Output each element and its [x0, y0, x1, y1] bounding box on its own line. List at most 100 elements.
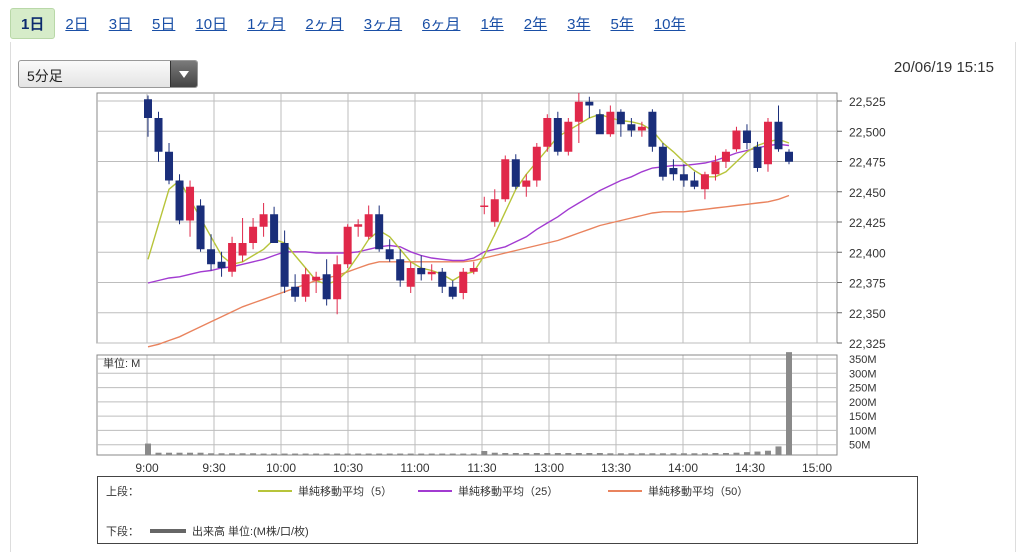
- volume-bar: [502, 453, 509, 455]
- candle-body: [501, 159, 510, 200]
- volume-panel-frame: [96, 354, 838, 456]
- volume-bar: [239, 453, 246, 455]
- candle-body: [312, 276, 321, 281]
- time-tick-label: 15:00: [802, 461, 832, 475]
- volume-bar: [491, 452, 498, 455]
- candle-body: [532, 146, 541, 181]
- time-tick-label: 13:30: [601, 461, 631, 475]
- time-tick-label: 11:00: [400, 461, 429, 475]
- candle-body: [785, 151, 793, 162]
- candle-body: [417, 268, 426, 275]
- candle-body: [238, 243, 247, 256]
- volume-bar: [386, 453, 393, 455]
- volume-bar: [691, 453, 698, 455]
- candle-body: [637, 126, 646, 131]
- volume-bar: [775, 446, 782, 455]
- time-tick-label: 14:30: [735, 461, 765, 475]
- candle-body: [144, 99, 152, 118]
- volume-bar: [334, 453, 341, 455]
- volume-bar: [586, 453, 593, 455]
- volume-bar: [575, 453, 582, 455]
- legend: 上段： 単純移動平均（5） 単純移動平均（25） 単純移動平均（50） 下段： …: [97, 476, 918, 544]
- legend-item-ma5: 単純移動平均（5）: [258, 483, 392, 499]
- volume-bar: [313, 453, 320, 455]
- legend-label-ma5: 単純移動平均（5）: [298, 486, 393, 498]
- volume-bar: [544, 453, 551, 455]
- volume-bar: [764, 450, 771, 455]
- candle-body: [690, 180, 699, 187]
- volume-bar: [565, 453, 572, 455]
- legend-label-ma25: 単純移動平均（25）: [458, 486, 559, 498]
- price-panel-frame: [96, 92, 838, 344]
- candle-body: [270, 214, 279, 243]
- volume-bar: [628, 453, 635, 455]
- candle-body: [259, 214, 268, 227]
- legend-item-ma25: 単純移動平均（25）: [418, 483, 558, 499]
- volume-tick-label: 100M: [849, 425, 877, 437]
- candle-body: [616, 111, 625, 125]
- volume-bar: [271, 453, 278, 455]
- price-tick-label: 22,400: [849, 246, 886, 260]
- legend-lower-label: 下段：: [106, 526, 139, 538]
- candle-body: [291, 286, 300, 297]
- legend-swatch-volume: [150, 529, 186, 533]
- volume-bar: [680, 453, 687, 455]
- legend-item-volume: 出来高 単位:(M株/口/枚): [150, 523, 309, 539]
- volume-tick-label: 250M: [849, 383, 877, 395]
- candle-body: [207, 249, 216, 265]
- ma25-line: [147, 143, 790, 284]
- volume-bar: [733, 452, 740, 455]
- volume-bar: [145, 443, 151, 455]
- volume-bar: [292, 453, 299, 455]
- candle-body: [742, 130, 751, 143]
- volume-bar: [533, 453, 540, 455]
- volume-tick-label: 200M: [849, 397, 877, 409]
- volume-bar: [617, 453, 624, 455]
- time-tick-label: 10:30: [333, 461, 363, 475]
- legend-label-volume: 出来高 単位:(M株/口/枚): [192, 526, 309, 538]
- candle-body: [553, 118, 562, 152]
- volume-bar: [449, 453, 456, 455]
- candle-body: [480, 205, 489, 207]
- volume-bar: [418, 453, 425, 455]
- volume-tick-label: 50M: [849, 440, 870, 452]
- volume-bar: [302, 453, 309, 455]
- candle-body: [427, 271, 436, 275]
- time-tick-label: 11:30: [467, 461, 496, 475]
- candle-body: [175, 180, 184, 221]
- candle-body: [522, 180, 531, 187]
- candle-body: [606, 111, 615, 135]
- volume-bar: [701, 453, 708, 455]
- volume-bar: [376, 453, 383, 455]
- price-tick-label: 22,500: [849, 125, 886, 139]
- volume-bar: [554, 453, 561, 455]
- candle-body: [322, 274, 331, 300]
- volume-bar: [470, 453, 477, 455]
- candle-body: [364, 214, 373, 237]
- price-tick-label: 22,525: [849, 95, 886, 109]
- candle-body: [375, 214, 384, 250]
- price-tick-label: 22,350: [849, 307, 886, 321]
- candle-body: [700, 174, 709, 190]
- volume-bar: [670, 453, 677, 455]
- candle-body: [448, 286, 457, 297]
- candle-body: [679, 174, 688, 181]
- price-volume-chart: 22,525 22,500 22,475 22,450 22,425 22,400 22,3…: [96, 92, 886, 475]
- candle-body: [301, 274, 310, 297]
- volume-bar: [460, 453, 467, 455]
- volume-bar: [197, 452, 204, 455]
- volume-bar: [649, 453, 656, 455]
- candle-body: [343, 226, 352, 265]
- legend-upper-label: 上段：: [106, 486, 139, 498]
- candle-body: [595, 114, 604, 135]
- candle-body: [154, 118, 163, 152]
- volume-bar: [166, 452, 173, 455]
- volume-unit-label: 単位: M: [103, 356, 140, 370]
- candle-body: [228, 243, 237, 272]
- price-tick-label: 22,425: [849, 216, 886, 230]
- candle-body: [385, 249, 394, 260]
- candle-body: [763, 121, 772, 165]
- candle-body: [585, 101, 594, 106]
- time-tick-label: 9:00: [135, 461, 159, 475]
- volume-bar: [659, 453, 666, 455]
